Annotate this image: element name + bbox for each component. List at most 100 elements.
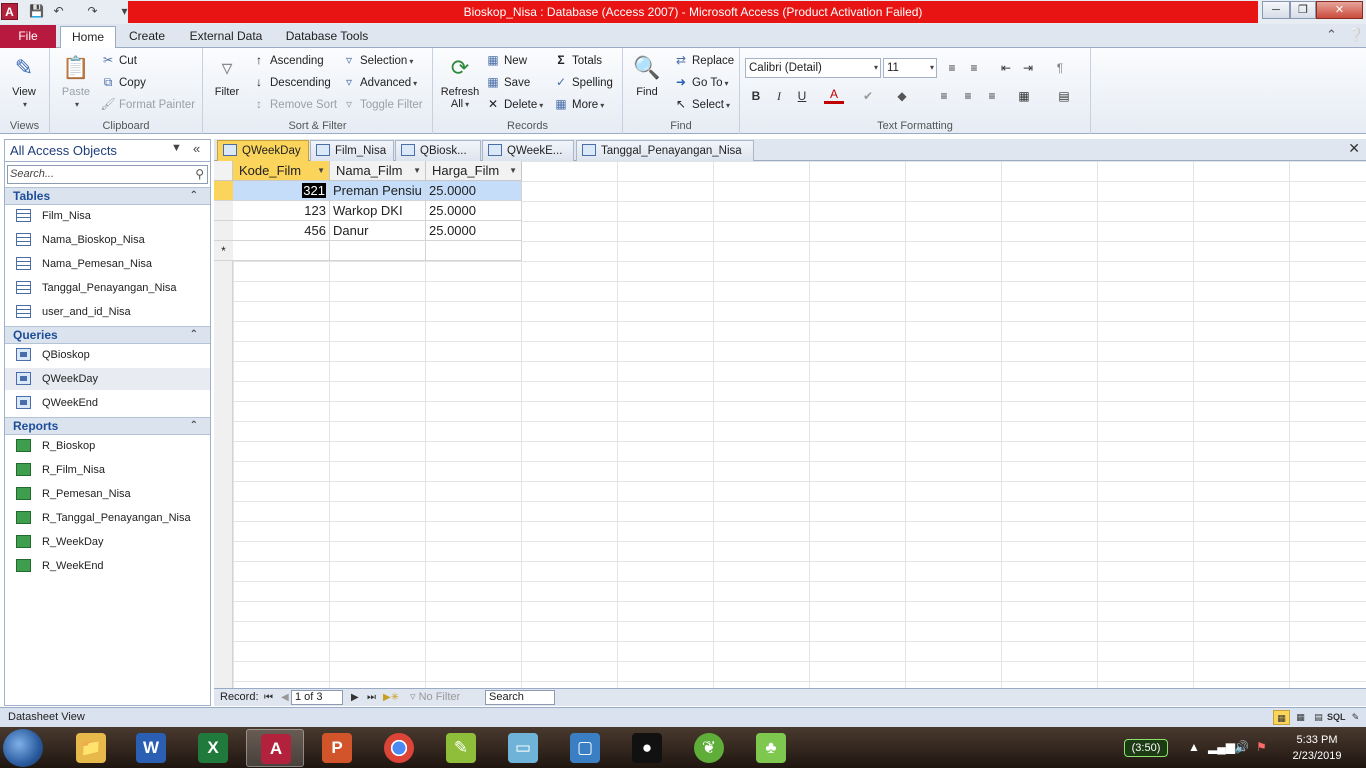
taskbar-powerpoint[interactable]: P [308, 729, 366, 767]
cell-nama-film[interactable]: Preman Pensiu [330, 181, 426, 201]
help-icon[interactable]: ❔ [1348, 27, 1364, 43]
no-filter-button[interactable]: ▿ No Filter [410, 689, 460, 706]
nav-item-table[interactable]: user_and_id_Nisa [5, 301, 210, 323]
record-search-input[interactable]: Search [485, 690, 555, 705]
section-reports[interactable]: Reports ⌃ [5, 417, 210, 435]
nav-pane-header[interactable]: All Access Objects ▼ « [5, 140, 210, 162]
taskbar-app-dark[interactable]: ● [618, 729, 676, 767]
nav-item-report[interactable]: R_WeekDay [5, 531, 210, 553]
bold-button[interactable]: B [746, 86, 766, 106]
cell-new-nama-film[interactable] [330, 241, 426, 261]
column-dropdown-icon[interactable]: ▼ [413, 161, 421, 180]
cell-harga-film[interactable]: 25.0000 [426, 181, 522, 201]
nav-item-query[interactable]: QWeekDay [5, 368, 210, 390]
column-dropdown-icon[interactable]: ▼ [509, 161, 517, 180]
sql-view-button[interactable]: SQL [1327, 710, 1346, 725]
bullets-icon[interactable]: ≡ [942, 58, 962, 78]
nav-item-report[interactable]: R_Bioskop [5, 435, 210, 457]
nav-item-query[interactable]: QWeekEnd [5, 392, 210, 414]
next-record-icon[interactable]: ▶ [351, 689, 359, 706]
taskbar-access[interactable]: A [246, 729, 304, 767]
cut-button[interactable]: ✂ Cut [100, 50, 137, 70]
save-record-button[interactable]: ▦ Save [485, 72, 530, 92]
font-size-select[interactable]: 11 ▾ [883, 58, 937, 78]
nav-item-table[interactable]: Nama_Bioskop_Nisa [5, 229, 210, 251]
record-selector[interactable] [214, 201, 233, 221]
column-header-kode-film[interactable]: Kode_Film ▼ [233, 161, 330, 181]
close-document-icon[interactable]: ✕ [1348, 140, 1360, 157]
nav-search-input[interactable]: Search... ⚲ [7, 165, 208, 184]
tray-expand-icon[interactable]: ▲ [1188, 740, 1200, 754]
align-left-icon[interactable]: ≡ [934, 86, 954, 106]
filter-button[interactable]: ▿ Filter [207, 52, 247, 98]
delete-record-button[interactable]: ✕ Delete ▾ [485, 94, 543, 114]
align-center-icon[interactable]: ≡ [958, 86, 978, 106]
cell-nama-film[interactable]: Danur [330, 221, 426, 241]
replace-button[interactable]: ⇄ Replace [673, 50, 734, 70]
nav-item-table[interactable]: Film_Nisa [5, 205, 210, 227]
current-record-field[interactable]: 1 of 3 [291, 690, 343, 705]
ribbon-collapse-icon[interactable]: ⌃ [1326, 27, 1337, 43]
taskbar-excel[interactable]: X [184, 729, 242, 767]
doc-tab-film-nisa[interactable]: Film_Nisa [310, 140, 394, 161]
maximize-button[interactable]: ❐ [1290, 1, 1316, 19]
toggle-filter-button[interactable]: ▿ Toggle Filter [341, 94, 423, 114]
access-app-icon[interactable]: A [1, 3, 18, 20]
cell-kode-film[interactable]: 123 [233, 201, 330, 221]
save-icon[interactable]: 💾 [28, 3, 45, 20]
first-record-icon[interactable]: ⏮ [264, 689, 273, 706]
datasheet-view-icon[interactable]: ▦ [1273, 710, 1290, 725]
section-tables[interactable]: Tables ⌃ [5, 187, 210, 205]
cell-harga-film[interactable]: 25.0000 [426, 201, 522, 221]
spelling-button[interactable]: ✓ Spelling [553, 72, 613, 92]
cell-nama-film[interactable]: Warkop DKI [330, 201, 426, 221]
cell-harga-film[interactable]: 25.0000 [426, 221, 522, 241]
pivotchart-view-icon[interactable]: ▤ [1310, 710, 1327, 725]
advanced-button[interactable]: ▿ Advanced ▾ [341, 72, 417, 92]
tab-file[interactable]: File [0, 25, 56, 48]
italic-button[interactable]: I [769, 86, 789, 106]
numbering-icon[interactable]: ≡ [964, 58, 984, 78]
nav-item-query[interactable]: QBioskop [5, 344, 210, 366]
decrease-indent-icon[interactable]: ⇤ [996, 58, 1016, 78]
taskbar-app-clover[interactable]: ♣ [742, 729, 800, 767]
nav-item-report[interactable]: R_Film_Nisa [5, 459, 210, 481]
section-queries[interactable]: Queries ⌃ [5, 326, 210, 344]
taskbar-notepad[interactable]: ✎ [432, 729, 490, 767]
font-color-icon[interactable]: A [824, 86, 844, 104]
align-right-icon[interactable]: ≡ [982, 86, 1002, 106]
format-painter-button[interactable]: 🖌 Format Painter [100, 94, 195, 114]
font-name-select[interactable]: Calibri (Detail) ▾ [745, 58, 881, 78]
shutter-bar-icon[interactable]: « [193, 141, 200, 156]
cell-new-harga-film[interactable] [426, 241, 522, 261]
start-button[interactable] [3, 729, 43, 767]
doc-tab-qbioskop[interactable]: QBiosk... [395, 140, 481, 161]
totals-button[interactable]: Σ Totals [553, 50, 602, 70]
battery-indicator[interactable]: (3:50) [1124, 739, 1168, 757]
refresh-all-button[interactable]: ⟳ Refresh All ▾ [438, 52, 482, 110]
new-record-button[interactable]: ▦ New [485, 50, 527, 70]
record-selector[interactable] [214, 181, 233, 201]
descending-button[interactable]: ↓ Descending [251, 72, 331, 92]
new-record-marker[interactable]: * [214, 241, 233, 261]
undo-icon[interactable]: ↶ [50, 3, 67, 20]
signal-icon[interactable]: ▂▄▆ [1208, 740, 1235, 754]
remove-sort-button[interactable]: ↕ Remove Sort [251, 94, 337, 114]
taskbar-explorer[interactable]: 📁 [62, 729, 120, 767]
view-button[interactable]: ✎ View ▾ [4, 52, 44, 110]
doc-tab-qweekend[interactable]: QWeekE... [482, 140, 574, 161]
copy-button[interactable]: ⧉ Copy [100, 72, 146, 92]
goto-button[interactable]: ➜ Go To ▾ [673, 72, 729, 92]
pivottable-view-icon[interactable]: ▦ [1292, 710, 1309, 725]
tab-database-tools[interactable]: Database Tools [278, 26, 376, 48]
find-button[interactable]: 🔍 Find [627, 52, 667, 98]
minimize-button[interactable]: ─ [1262, 1, 1290, 19]
increase-indent-icon[interactable]: ⇥ [1018, 58, 1038, 78]
design-view-icon[interactable]: ✎ [1347, 710, 1364, 725]
ascending-button[interactable]: ↑ Ascending [251, 50, 324, 70]
cell-kode-film[interactable]: 321 [233, 181, 330, 201]
doc-tab-qweekday[interactable]: QWeekDay [217, 140, 309, 161]
selection-button[interactable]: ▿ Selection ▾ [341, 50, 413, 70]
fill-color-icon[interactable]: ◆ [892, 86, 912, 106]
nav-item-table[interactable]: Nama_Pemesan_Nisa [5, 253, 210, 275]
